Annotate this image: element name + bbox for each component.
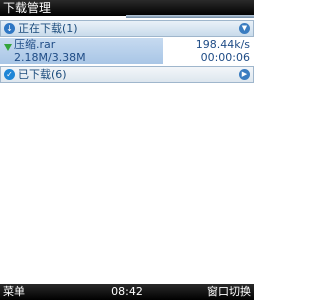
section-downloaded-label: 已下载(6) — [18, 68, 67, 81]
section-downloading-header[interactable]: ↓ 正在下载(1) ▼ — [0, 20, 254, 37]
download-file-name: 压缩.rar — [14, 38, 56, 51]
download-speed: 198.44k/s — [195, 38, 250, 51]
download-time: 00:00:06 — [200, 51, 250, 64]
title-bar: 下载管理 — [0, 0, 254, 16]
window-switch-softkey[interactable]: 窗口切换 — [207, 284, 251, 300]
section-downloading-label: 正在下载(1) — [18, 22, 78, 35]
page-title: 下载管理 — [3, 1, 52, 15]
download-icon: ↓ — [4, 23, 15, 34]
chevron-down-icon[interactable]: ▼ — [239, 23, 250, 34]
download-item[interactable]: 压缩.rar 2.18M/3.38M 198.44k/s 00:00:06 — [0, 38, 254, 64]
green-down-arrow-icon — [4, 44, 12, 51]
section-downloaded-header[interactable]: ✓ 已下载(6) ▶ — [0, 66, 254, 83]
title-accent-bar — [126, 15, 254, 18]
menu-softkey[interactable]: 菜单 — [3, 284, 25, 300]
check-icon: ✓ — [4, 69, 15, 80]
softkey-bar: 08:42 菜单 窗口切换 — [0, 284, 254, 300]
chevron-right-icon[interactable]: ▶ — [239, 69, 250, 80]
download-file-size: 2.18M/3.38M — [14, 51, 86, 64]
